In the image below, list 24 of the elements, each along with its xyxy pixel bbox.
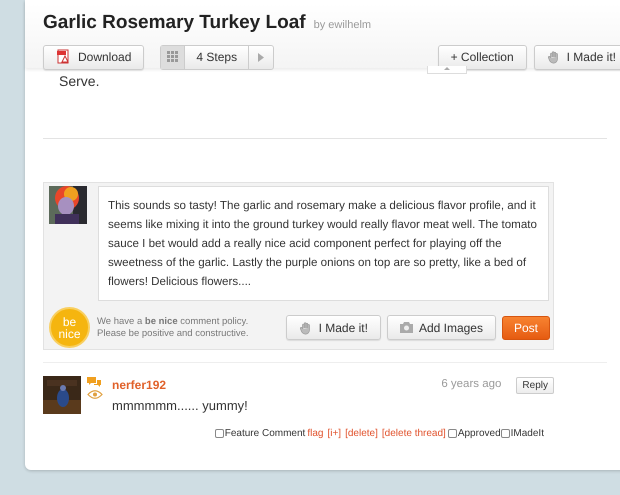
reply-button[interactable]: Reply [516,376,554,394]
checkbox[interactable]: Feature Comment [214,426,306,440]
checkbox[interactable]: IMadeIt [500,426,544,440]
steps-button[interactable]: 4 Steps [185,46,250,68]
username-link[interactable]: nerfer192 [112,376,166,394]
made-it-button[interactable]: I Made it! [286,315,381,340]
recipe-title: Garlic Rosemary Turkey Loaf [43,11,306,35]
collection-button[interactable]: + Collection [438,44,527,70]
checkbox[interactable]: Approved [448,426,501,440]
policy-text: Please be positive and constructive. [97,328,249,340]
action-link[interactable]: flag [307,426,324,440]
comment-text: mmmmmm...... yummy! [112,397,249,415]
action-link[interactable]: [delete] [345,426,378,440]
action-link[interactable]: [delete thread] [382,426,446,440]
comment-textarea[interactable]: This sounds so tasty! The garlic and rosemary make a delicious flavor profile, and it seems like mixing it into the ground turkey would really flavor meat well. The tomato sauce I bet would add a really nice acid component perfect for playing off the sweetness of the garlic. Lastly the purple onions on top are so pretty, like a bed of flowers! Delicious flowers.... [98,186,549,301]
action-link[interactable]: [i+] [327,426,342,440]
comment-timestamp: 6 years ago [441,377,502,392]
made-it-button[interactable]: I Made it! [534,44,620,70]
be-nice-badge: be nice [49,307,90,348]
author-byline: by ewilhelm [314,18,372,33]
step-text: Serve. [59,73,100,89]
add-images-button[interactable]: Add Images [386,315,496,340]
policy-text: We have a be nice comment policy. [97,316,249,328]
download-button[interactable]: Download [43,44,144,70]
